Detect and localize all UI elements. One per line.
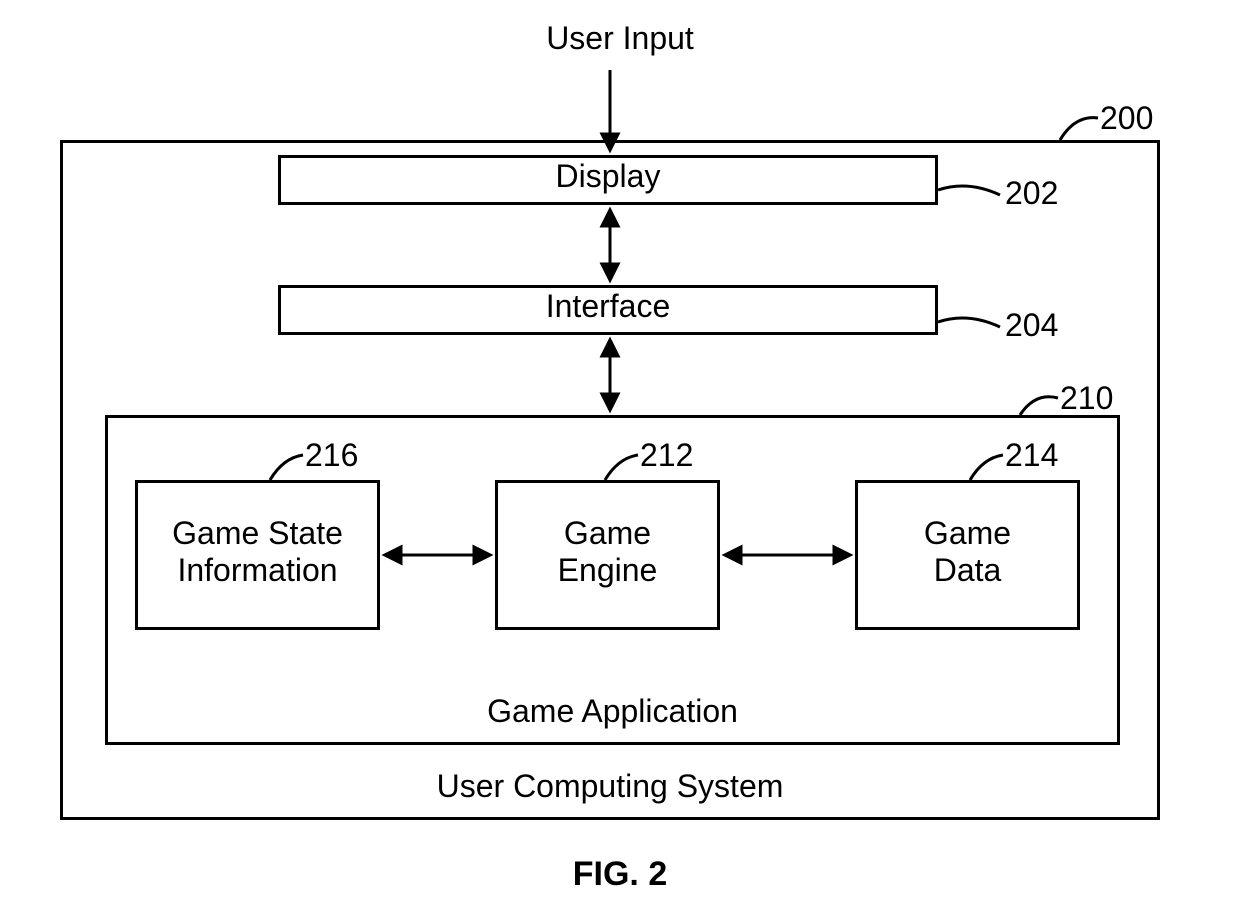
user-input-label: User Input bbox=[470, 20, 770, 57]
ref-204: 204 bbox=[1005, 307, 1058, 344]
ref-212: 212 bbox=[640, 437, 693, 474]
figure-caption: FIG. 2 bbox=[0, 855, 1240, 894]
display-label: Display bbox=[278, 158, 938, 195]
game-engine-label: Game Engine bbox=[495, 515, 720, 589]
game-data-label: Game Data bbox=[855, 515, 1080, 589]
ref-210: 210 bbox=[1060, 380, 1113, 417]
user-computing-system-label: User Computing System bbox=[60, 768, 1160, 805]
diagram-stage: User Input Display Interface Game Applic… bbox=[0, 0, 1240, 915]
ref-200: 200 bbox=[1100, 100, 1153, 137]
game-state-info-label: Game State Information bbox=[135, 515, 380, 589]
ref-214: 214 bbox=[1005, 437, 1058, 474]
leadline-200 bbox=[1060, 118, 1098, 140]
interface-label: Interface bbox=[278, 288, 938, 325]
ref-216: 216 bbox=[305, 437, 358, 474]
game-application-label: Game Application bbox=[105, 693, 1120, 730]
ref-202: 202 bbox=[1005, 175, 1058, 212]
